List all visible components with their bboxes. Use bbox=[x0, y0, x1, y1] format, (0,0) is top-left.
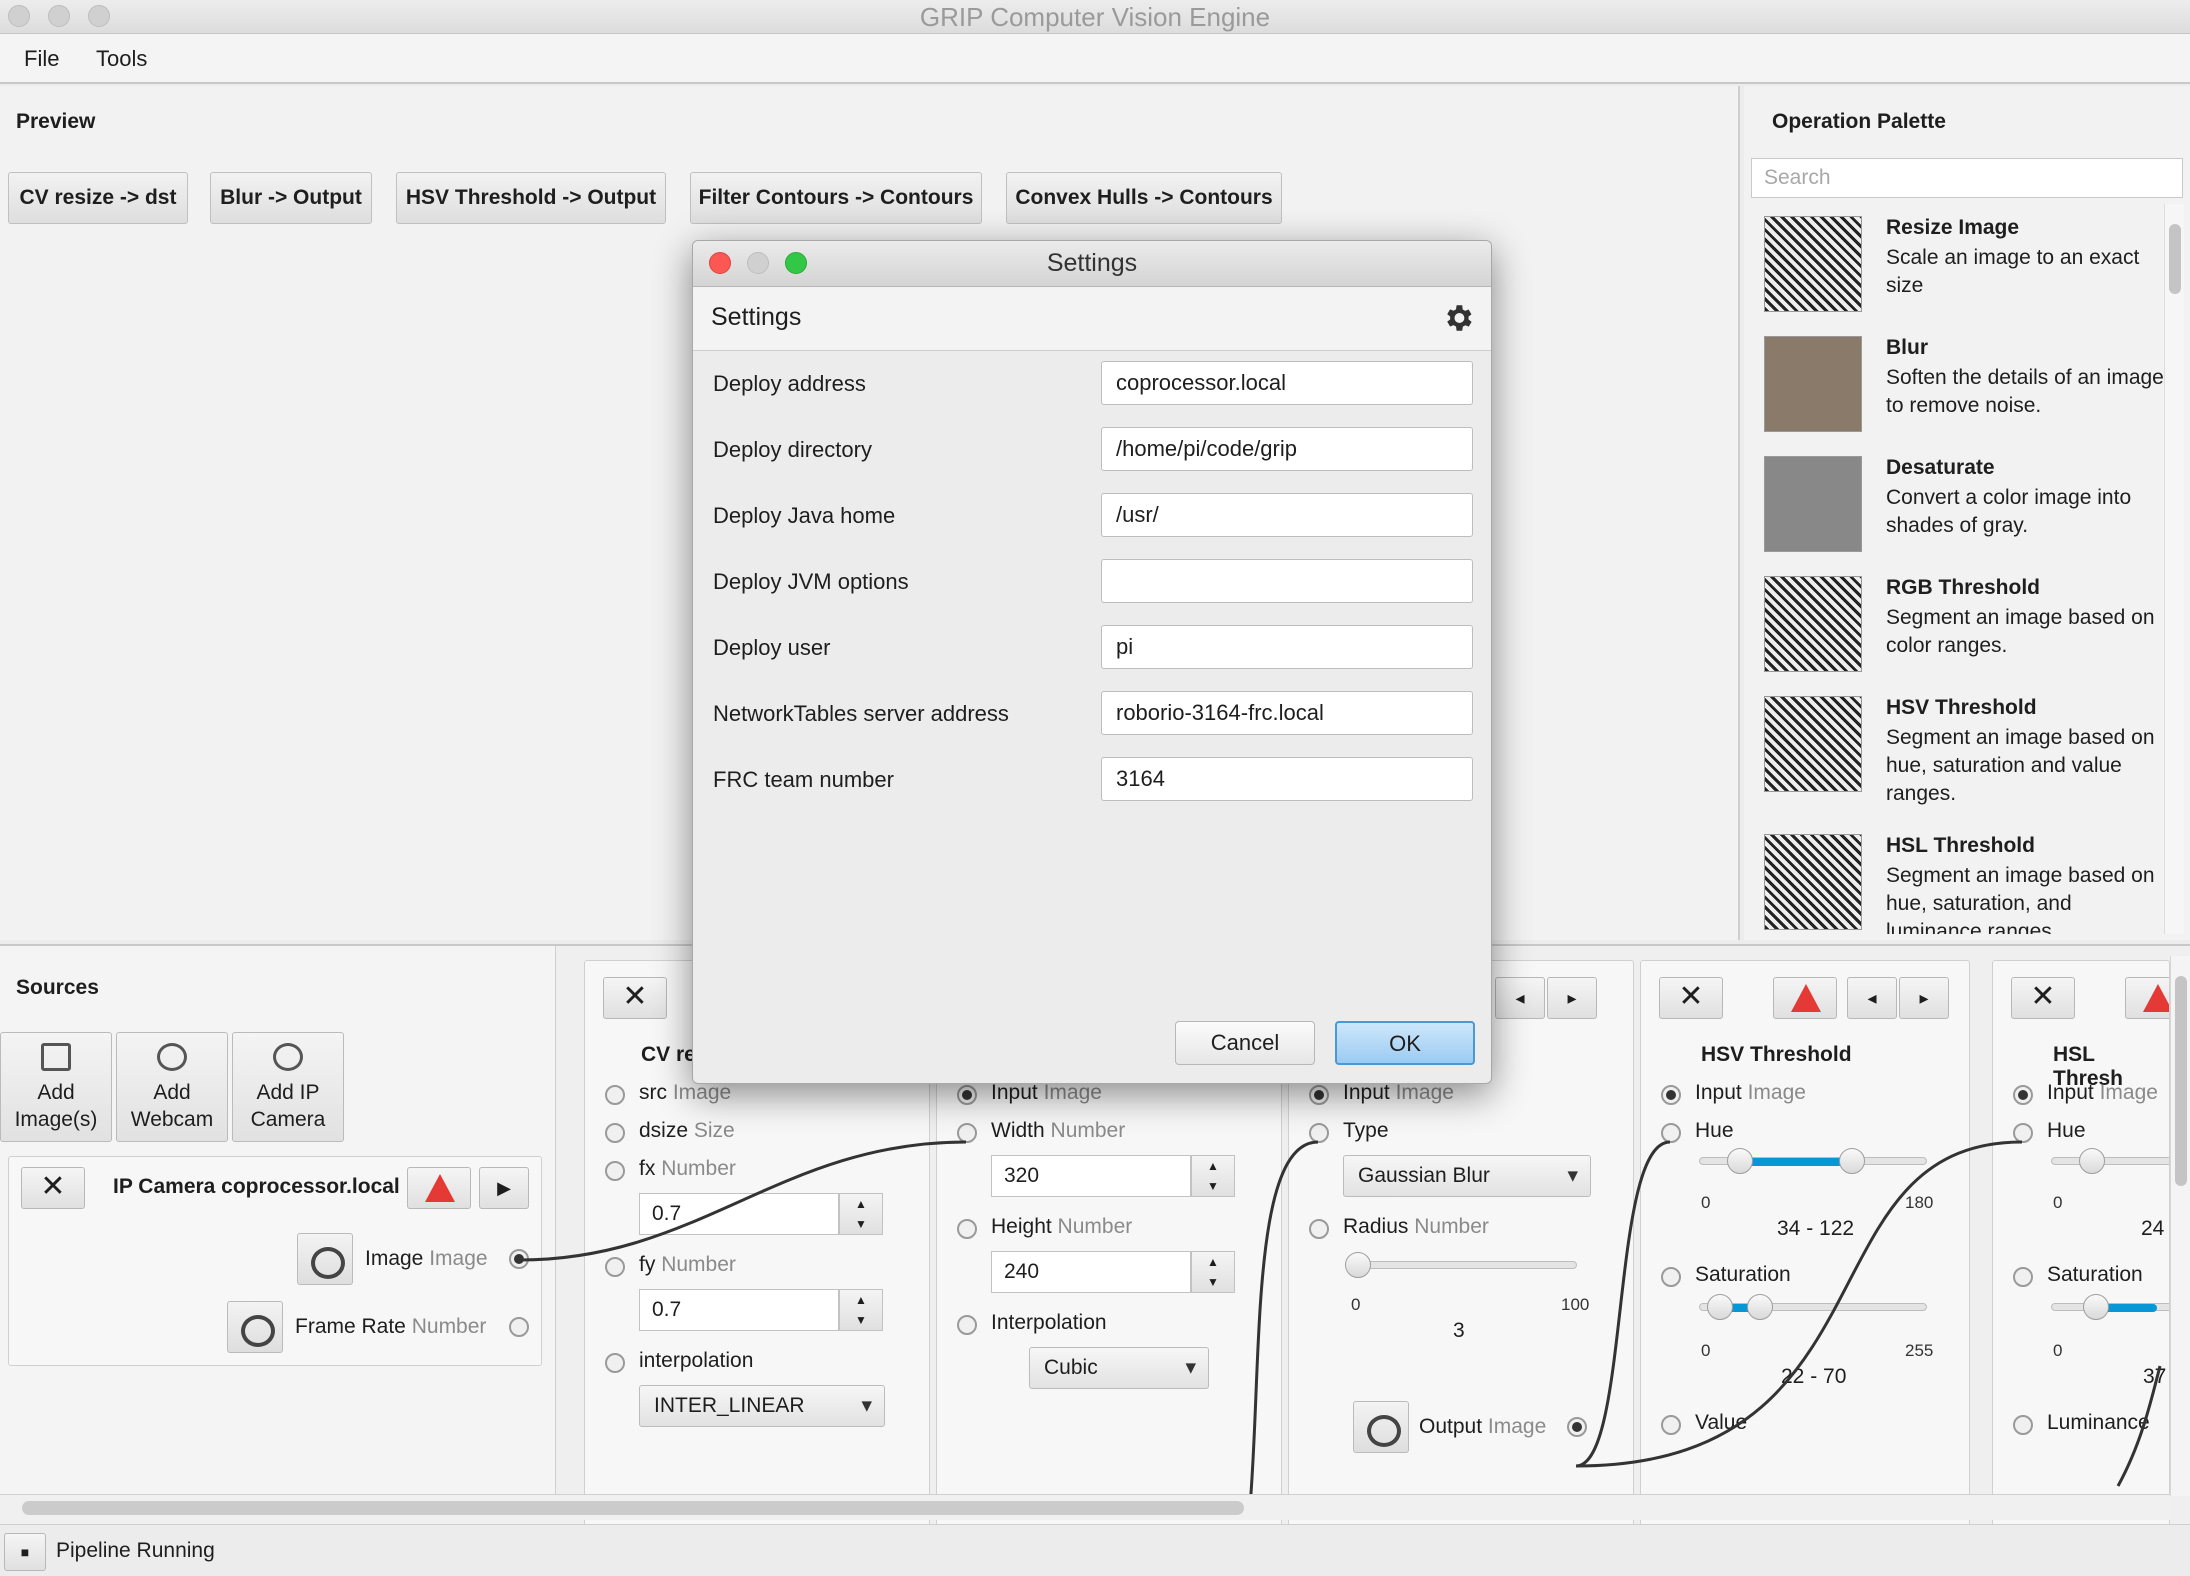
wire bbox=[2116, 1365, 2162, 1487]
op-desc: Segment an image based on color ranges. bbox=[1886, 606, 2155, 657]
deploy-address-label: Deploy address bbox=[713, 371, 866, 396]
deploy-directory-label: Deploy directory bbox=[713, 437, 872, 462]
palette-search-input[interactable]: Search bbox=[1751, 158, 2183, 198]
frc-team-number-label: FRC team number bbox=[713, 767, 894, 792]
window-title: GRIP Computer Vision Engine bbox=[919, 2, 1271, 32]
palette-op-desaturate[interactable]: Desaturate Convert a color image into sh… bbox=[1764, 456, 2154, 566]
deploy-jvm-options-label: Deploy JVM options bbox=[713, 569, 909, 594]
deploy-user-label: Deploy user bbox=[713, 635, 831, 660]
palette-title: Operation Palette bbox=[1772, 110, 1946, 133]
wire bbox=[519, 1140, 967, 1262]
preview-tab-blur[interactable]: Blur -> Output bbox=[210, 172, 372, 224]
deploy-user-field[interactable]: pi bbox=[1101, 625, 1473, 669]
status-bar: ■ Pipeline Running bbox=[0, 1524, 2190, 1576]
status-text: Pipeline Running bbox=[56, 1539, 215, 1562]
op-name: Resize Image bbox=[1886, 216, 2020, 239]
op-name: HSL Threshold bbox=[1886, 834, 2035, 857]
preview-tab-filter-contours[interactable]: Filter Contours -> Contours bbox=[690, 172, 982, 224]
dialog-header: Settings bbox=[693, 287, 1491, 351]
op-name: HSV Threshold bbox=[1886, 696, 2037, 719]
rgb-threshold-thumbnail bbox=[1764, 576, 1862, 672]
deploy-jvm-options-field[interactable] bbox=[1101, 559, 1473, 603]
op-name: Blur bbox=[1886, 336, 1928, 359]
pipeline-vertical-scrollbar[interactable] bbox=[2170, 956, 2190, 1496]
palette-op-resize-image[interactable]: Resize Image Scale an image to an exact … bbox=[1764, 216, 2154, 326]
palette-op-hsv-threshold[interactable]: HSV Threshold Segment an image based on … bbox=[1764, 696, 2155, 806]
deploy-java-home-label: Deploy Java home bbox=[713, 503, 896, 528]
hsl-threshold-thumbnail bbox=[1764, 834, 1862, 930]
op-name: RGB Threshold bbox=[1886, 576, 2041, 599]
op-desc: Convert a color image into shades of gra… bbox=[1886, 486, 2132, 537]
op-desc: Scale an image to an exact size bbox=[1886, 246, 2140, 297]
dialog-title: Settings bbox=[1046, 249, 1138, 277]
deploy-address-field[interactable]: coprocessor.local bbox=[1101, 361, 1473, 405]
operation-palette: Operation Palette Search Resize Image Sc… bbox=[1744, 86, 2190, 940]
blur-thumbnail bbox=[1764, 336, 1862, 432]
deploy-java-home-field[interactable]: /usr/ bbox=[1101, 493, 1473, 537]
networktables-address-label: NetworkTables server address bbox=[713, 701, 1009, 726]
preview-tab-convex-hulls[interactable]: Convex Hulls -> Contours bbox=[1006, 172, 1282, 224]
wire bbox=[1575, 1140, 1671, 1468]
op-desc: Segment an image based on hue, saturatio… bbox=[1886, 726, 2155, 805]
palette-op-blur[interactable]: Blur Soften the details of an image to r… bbox=[1764, 336, 2164, 446]
wire bbox=[1575, 1140, 2023, 1468]
menu-file[interactable]: File bbox=[24, 46, 59, 72]
window-title-bar: GRIP Computer Vision Engine bbox=[0, 0, 2190, 34]
op-name: Desaturate bbox=[1886, 456, 1995, 479]
deploy-directory-field[interactable]: /home/pi/code/grip bbox=[1101, 427, 1473, 471]
preview-title: Preview bbox=[16, 110, 96, 133]
networktables-address-field[interactable]: roborio-3164-frc.local bbox=[1101, 691, 1473, 735]
palette-scrollbar[interactable] bbox=[2164, 204, 2184, 934]
cancel-button[interactable]: Cancel bbox=[1175, 1021, 1315, 1065]
wire bbox=[1248, 1140, 1319, 1507]
palette-op-rgb-threshold[interactable]: RGB Threshold Segment an image based on … bbox=[1764, 576, 2155, 686]
desaturate-thumbnail bbox=[1764, 456, 1862, 552]
op-desc: Segment an image based on hue, saturatio… bbox=[1886, 864, 2154, 934]
resize-image-thumbnail bbox=[1764, 216, 1862, 312]
frc-team-number-field[interactable]: 3164 bbox=[1101, 757, 1473, 801]
ok-button[interactable]: OK bbox=[1335, 1021, 1475, 1065]
menu-bar: File Tools bbox=[0, 34, 2190, 84]
settings-dialog: Settings Settings Deploy address coproce… bbox=[692, 240, 1492, 1084]
settings-heading: Settings bbox=[711, 303, 802, 331]
palette-op-hsl-threshold[interactable]: HSL Threshold Segment an image based on … bbox=[1764, 834, 2154, 934]
dialog-title-bar: Settings bbox=[693, 241, 1491, 287]
op-desc: Soften the details of an image to remove… bbox=[1886, 366, 2164, 417]
preview-tab-hsv-threshold[interactable]: HSV Threshold -> Output bbox=[396, 172, 666, 224]
gear-icon bbox=[1447, 305, 1472, 331]
preview-tab-cv-resize[interactable]: CV resize -> dst bbox=[8, 172, 188, 224]
stop-pipeline-button[interactable]: ■ bbox=[4, 1533, 46, 1571]
pipeline-horizontal-scrollbar[interactable] bbox=[0, 1494, 2170, 1520]
hsv-threshold-thumbnail bbox=[1764, 696, 1862, 792]
menu-tools[interactable]: Tools bbox=[96, 46, 147, 72]
